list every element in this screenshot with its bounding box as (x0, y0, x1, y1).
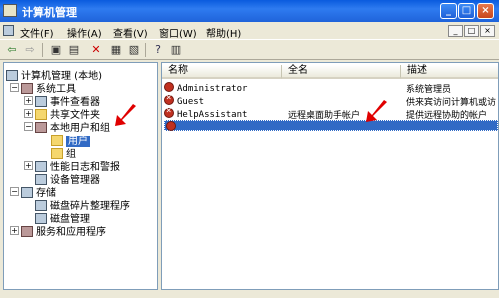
expand-icon[interactable]: + (24, 109, 33, 118)
back-arrow-icon[interactable]: ⇦ (4, 42, 20, 57)
inner-close-button[interactable]: × (480, 25, 495, 37)
user-icon (164, 82, 174, 92)
menu-file[interactable]: 文件(F) (20, 25, 54, 40)
mmc-icon[interactable] (3, 25, 14, 36)
forward-arrow-icon[interactable]: ⇨ (22, 42, 38, 57)
inner-minimize-button[interactable]: _ (448, 25, 463, 37)
disabled-user-icon (164, 106, 174, 118)
table-row[interactable]: HelpAssistant 远程桌面助手帐户 提供远程协助的帐户 (164, 106, 498, 121)
table-row[interactable]: Administrator 系统管理员 (164, 82, 498, 95)
menu-window[interactable]: 窗口(W) (159, 25, 197, 40)
expand-icon[interactable]: + (10, 226, 19, 235)
column-header-name[interactable]: 名称 (162, 65, 282, 79)
toolbar-separator (42, 43, 43, 57)
toolbar: ⇦ ⇨ ▣ ▤ ✕ ▦ ▧ ? ▥ (0, 39, 499, 60)
users-groups-icon (35, 122, 47, 133)
show-tree-icon[interactable]: ▤ (66, 42, 82, 57)
close-button[interactable]: × (477, 3, 494, 19)
tree-pane[interactable]: 计算机管理 (本地) − 系统工具 + 事件查看器 + 共享文件夹 − 本地用户… (3, 62, 158, 290)
list-pane[interactable]: 名称 全名 描述 Administrator 系统管理员 Guest 供来宾访问… (161, 62, 499, 290)
properties-icon[interactable]: ▦ (108, 42, 124, 57)
inner-restore-button[interactable]: □ (464, 25, 479, 37)
menu-view[interactable]: 查看(V) (113, 25, 148, 40)
storage-icon (21, 187, 33, 198)
tools-icon (21, 83, 33, 94)
red-arrow-icon (366, 100, 387, 122)
expand-icon[interactable]: + (24, 96, 33, 105)
collapse-icon[interactable]: − (10, 187, 19, 196)
services-icon (21, 226, 33, 237)
delete-icon[interactable]: ✕ (88, 42, 104, 57)
computer-icon (6, 70, 18, 81)
minimize-button[interactable]: _ (440, 3, 457, 19)
menu-help[interactable]: 帮助(H) (206, 25, 241, 40)
new-user-icon (166, 121, 176, 131)
selected-empty-row[interactable] (164, 120, 498, 131)
toolbar-separator (145, 43, 146, 57)
red-arrow-icon (115, 104, 136, 126)
title-bar[interactable]: 计算机管理 _ □ × (0, 0, 499, 22)
maximize-button[interactable]: □ (458, 3, 475, 19)
tree-services-apps[interactable]: 服务和应用程序 (21, 223, 106, 238)
computer-management-icon (3, 4, 17, 17)
disabled-user-icon (164, 93, 174, 105)
column-header-fullname[interactable]: 全名 (282, 65, 401, 79)
menu-bar: 文件(F) 操作(A) 查看(V) 窗口(W) 帮助(H) _ □ × (0, 22, 499, 40)
expand-icon[interactable]: + (24, 161, 33, 170)
menu-action[interactable]: 操作(A) (67, 25, 102, 40)
column-header-description[interactable]: 描述 (401, 65, 498, 79)
window-title: 计算机管理 (22, 6, 77, 19)
collapse-icon[interactable]: − (10, 83, 19, 92)
table-row[interactable]: Guest 供来宾访问计算机或访 (164, 93, 498, 108)
up-folder-icon[interactable]: ▣ (48, 42, 64, 57)
help-icon[interactable]: ? (150, 42, 166, 57)
console-icon[interactable]: ▥ (168, 42, 184, 57)
refresh-icon[interactable]: ▧ (126, 42, 142, 57)
collapse-icon[interactable]: − (24, 122, 33, 131)
